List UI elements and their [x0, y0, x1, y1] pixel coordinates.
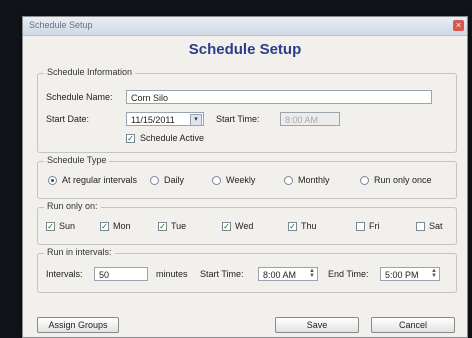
page-title: Schedule Setup: [188, 41, 302, 58]
spinner-icon[interactable]: ▲ ▼: [430, 268, 438, 279]
group-legend: Run only on:: [44, 201, 101, 211]
interval-end-time-value: 5:00 PM: [385, 270, 419, 280]
intervals-label: Intervals:: [46, 269, 83, 279]
day-label: Sat: [429, 221, 443, 231]
group-legend: Run in intervals:: [44, 247, 115, 257]
group-legend: Schedule Type: [44, 155, 110, 165]
start-time-value: 8:00 AM: [285, 115, 319, 125]
radio-daily[interactable]: [150, 176, 159, 185]
spin-down-icon[interactable]: ▼: [309, 273, 315, 279]
schedule-information-group: Schedule Information Schedule Name: Corn…: [37, 67, 457, 153]
radio-label: At regular intervals: [62, 175, 138, 185]
spinner-icon[interactable]: ▲ ▼: [308, 268, 316, 279]
radio-regular-intervals[interactable]: [48, 176, 57, 185]
save-button[interactable]: Save: [275, 317, 359, 333]
start-time-input: 8:00 AM: [280, 112, 340, 126]
day-checkbox-sun[interactable]: ✓: [46, 222, 55, 231]
schedule-active-checkbox[interactable]: ✓: [126, 134, 135, 143]
day-label: Sun: [59, 221, 76, 231]
close-icon[interactable]: ×: [453, 20, 464, 31]
day-label: Tue: [171, 221, 187, 231]
day-checkbox-fri[interactable]: [356, 222, 365, 231]
interval-input[interactable]: 50: [94, 267, 148, 281]
schedule-active-label: Schedule Active: [140, 133, 205, 143]
start-date-value: 11/15/2011: [131, 115, 175, 125]
window-title: Schedule Setup: [29, 20, 93, 30]
run-only-on-group: Run only on: ✓ Sun ✓ Mon ✓ Tue ✓ Wed ✓ T…: [37, 201, 457, 245]
day-label: Fri: [369, 221, 380, 231]
interval-start-time-spinner[interactable]: 8:00 AM ▲ ▼: [258, 267, 318, 281]
run-in-intervals-group: Run in intervals: Intervals: 50 minutes …: [37, 247, 457, 293]
interval-end-time-spinner[interactable]: 5:00 PM ▲ ▼: [380, 267, 440, 281]
chevron-down-icon[interactable]: ▾: [190, 114, 202, 126]
radio-label: Weekly: [226, 175, 256, 185]
assign-groups-button[interactable]: Assign Groups: [37, 317, 119, 333]
title-bar: Schedule Setup ×: [23, 17, 467, 36]
radio-label: Monthly: [298, 175, 330, 185]
day-checkbox-tue[interactable]: ✓: [158, 222, 167, 231]
group-legend: Schedule Information: [44, 67, 136, 77]
schedule-setup-dialog: Schedule Setup × Schedule Setup Schedule…: [22, 16, 468, 338]
day-checkbox-mon[interactable]: ✓: [100, 222, 109, 231]
radio-monthly[interactable]: [284, 176, 293, 185]
radio-label: Run only once: [374, 175, 432, 185]
day-label: Wed: [235, 221, 254, 231]
radio-weekly[interactable]: [212, 176, 221, 185]
day-checkbox-wed[interactable]: ✓: [222, 222, 231, 231]
day-checkbox-sat[interactable]: [416, 222, 425, 231]
spin-down-icon[interactable]: ▼: [431, 273, 437, 279]
schedule-name-input[interactable]: Corn Silo: [126, 90, 432, 104]
schedule-type-group: Schedule Type At regular intervals Daily…: [37, 155, 457, 199]
start-time-label: Start Time:: [216, 114, 260, 124]
interval-start-time-label: Start Time:: [200, 269, 244, 279]
interval-end-time-label: End Time:: [328, 269, 369, 279]
start-date-picker[interactable]: 11/15/2011 ▾: [126, 112, 204, 126]
day-checkbox-thu[interactable]: ✓: [288, 222, 297, 231]
schedule-name-label: Schedule Name:: [46, 92, 113, 102]
start-date-label: Start Date:: [46, 114, 90, 124]
interval-start-time-value: 8:00 AM: [263, 270, 297, 280]
minutes-label: minutes: [156, 269, 188, 279]
day-label: Mon: [113, 221, 131, 231]
day-label: Thu: [301, 221, 317, 231]
cancel-button[interactable]: Cancel: [371, 317, 455, 333]
radio-label: Daily: [164, 175, 185, 185]
radio-run-only-once[interactable]: [360, 176, 369, 185]
